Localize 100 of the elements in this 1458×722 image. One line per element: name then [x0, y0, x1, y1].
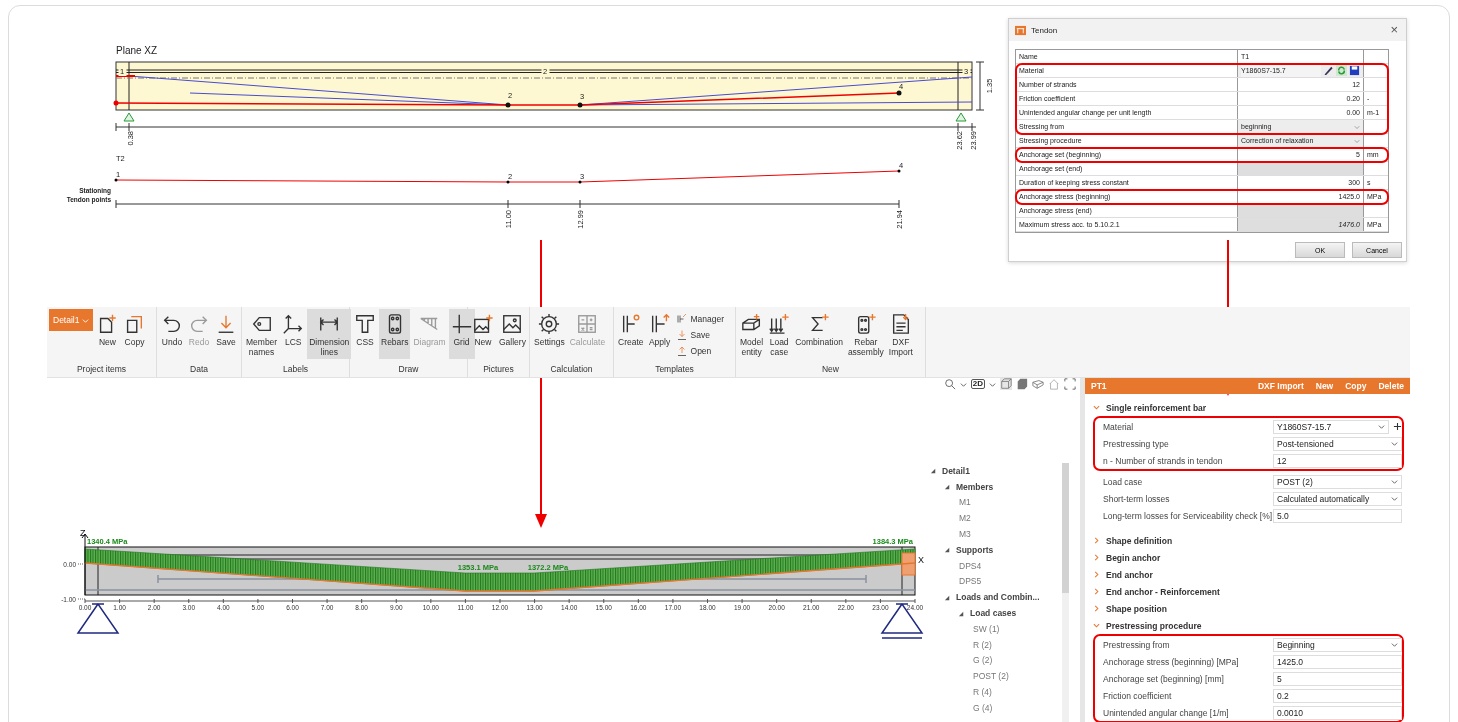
field-label: Long-term losses for Serviceability check [%]: [1102, 510, 1273, 521]
group-label: Labels: [281, 363, 310, 376]
field-label: Anchorage stress (beginning) [MPa]: [1102, 656, 1240, 667]
toolbar-button[interactable]: Apply: [646, 309, 673, 359]
tendon-icon: [1015, 24, 1026, 36]
group-label: Project items: [75, 363, 128, 376]
chevron-icon[interactable]: [1093, 622, 1100, 629]
toolbar-button[interactable]: LCS: [280, 309, 307, 359]
input-field[interactable]: 0.2: [1273, 688, 1402, 703]
section-title[interactable]: Shape definition: [1106, 535, 1173, 546]
axis-label: X: [918, 555, 924, 565]
solid-cube-icon[interactable]: [1016, 378, 1028, 390]
toolbar-button[interactable]: Combination: [793, 309, 845, 359]
toolbar-button[interactable]: Open: [673, 343, 727, 358]
load-add-icon: [768, 313, 791, 335]
dialog-title: Tendon: [1031, 25, 1058, 35]
dropdown[interactable]: POST (2): [1273, 474, 1402, 489]
view-mode-button[interactable]: 2D: [970, 379, 985, 389]
wireframe-cube-icon[interactable]: [1000, 378, 1012, 390]
tree-item[interactable]: M1: [959, 497, 971, 508]
toolbar-button[interactable]: New: [94, 309, 121, 359]
group-label: Draw: [397, 363, 420, 376]
section-title[interactable]: Shape position: [1106, 603, 1167, 614]
tree-item[interactable]: SW (1): [973, 623, 1000, 634]
tree-item[interactable]: Loads and Combin...: [956, 592, 1040, 603]
toolbar-button[interactable]: DXF Import: [886, 309, 915, 359]
group-label: New: [821, 363, 840, 376]
toolbar-button[interactable]: Settings: [532, 309, 567, 359]
close-button[interactable]: ×: [1388, 23, 1400, 37]
toolbar-button[interactable]: Create: [616, 309, 646, 359]
input-field[interactable]: 1425.0: [1273, 654, 1402, 669]
add-icon[interactable]: [1393, 422, 1402, 431]
dropdown[interactable]: Post-tensioned: [1273, 436, 1402, 451]
tree-item[interactable]: G (4): [973, 702, 993, 713]
dropdown[interactable]: Y1860S7-15.7: [1273, 419, 1389, 434]
dropdown[interactable]: Beginning: [1273, 637, 1402, 652]
tendon-point: [577, 102, 583, 108]
tree-item[interactable]: R (4): [973, 687, 992, 698]
tree-item[interactable]: POST (2): [973, 671, 1009, 682]
tree-item[interactable]: Load cases: [970, 608, 1017, 619]
expand-icon[interactable]: [930, 467, 937, 475]
section-title[interactable]: Single reinforcement bar: [1106, 402, 1207, 413]
toolbar-button[interactable]: Save: [673, 327, 727, 342]
caret-icon[interactable]: [989, 380, 996, 388]
caret-icon: [1391, 478, 1398, 485]
section-title[interactable]: End anchor: [1106, 569, 1153, 580]
caret-icon[interactable]: [959, 380, 967, 388]
tree-item[interactable]: R (2): [973, 639, 992, 650]
fullscreen-icon[interactable]: [1064, 378, 1076, 390]
tree-item[interactable]: DPS5: [959, 576, 982, 587]
toolbar-button[interactable]: Rebar assembly: [845, 309, 886, 359]
open-icon: [675, 344, 688, 357]
field-label: Prestressing type: [1102, 438, 1170, 449]
toolbar-button[interactable]: Dimension lines: [307, 309, 352, 359]
toolbar-button[interactable]: Member names: [244, 309, 280, 359]
tree-item[interactable]: M3: [959, 529, 971, 540]
chevron-icon[interactable]: [1093, 554, 1100, 561]
section-title[interactable]: Prestressing procedure: [1106, 620, 1202, 631]
field-label: Prestressing from: [1102, 639, 1171, 650]
toolbar-button[interactable]: Rebars: [379, 309, 411, 359]
toolbar-button[interactable]: Undo: [159, 309, 185, 359]
caret-icon: [82, 316, 90, 324]
chevron-icon[interactable]: [1093, 537, 1100, 544]
tree-item[interactable]: M2: [959, 513, 971, 524]
t-section-icon: [354, 313, 376, 335]
section-title[interactable]: Begin anchor: [1106, 552, 1161, 563]
tree-item[interactable]: Detail1: [942, 465, 970, 476]
toolbar-button[interactable]: Copy: [121, 309, 148, 359]
scrollbar[interactable]: [1062, 463, 1069, 722]
search-icon[interactable]: [943, 378, 956, 390]
input-field[interactable]: 5.0: [1273, 508, 1402, 523]
chevron-icon[interactable]: [1093, 571, 1100, 578]
expand-icon[interactable]: [944, 483, 951, 491]
perspective-icon[interactable]: [1032, 378, 1044, 390]
toolbar-button[interactable]: Model entity: [738, 309, 766, 359]
caret-icon: [1378, 423, 1385, 430]
chevron-icon[interactable]: [1093, 588, 1100, 595]
tree-item[interactable]: DPS4: [959, 560, 982, 571]
section-title[interactable]: End anchor - Reinforcement: [1106, 586, 1220, 597]
gallery-icon: [501, 313, 524, 335]
tree-item[interactable]: Members: [956, 481, 994, 492]
field-label: Material: [1102, 421, 1135, 432]
input-field[interactable]: 5: [1273, 671, 1402, 686]
toolbar-button[interactable]: CSS: [352, 309, 378, 359]
home-icon[interactable]: [1048, 378, 1060, 390]
chevron-icon[interactable]: [1093, 605, 1100, 612]
toolbar-button[interactable]: Save: [213, 309, 239, 359]
caret-icon: [1391, 641, 1398, 648]
toolbar-button[interactable]: Grid: [448, 309, 475, 359]
toolbar-button[interactable]: Manager: [673, 311, 727, 326]
expand-icon[interactable]: [944, 546, 951, 554]
pencil-icon[interactable]: [1323, 65, 1334, 76]
input-field[interactable]: 12: [1273, 453, 1402, 468]
toolbar-button[interactable]: Gallery: [497, 309, 528, 359]
toolbar-button[interactable]: Load case: [766, 309, 793, 359]
tree-item[interactable]: G (2): [973, 655, 993, 666]
chevron-icon[interactable]: [1093, 404, 1100, 411]
dropdown[interactable]: Calculated automatically: [1273, 491, 1402, 506]
tree-item[interactable]: Supports: [956, 544, 994, 555]
input-field[interactable]: 0.0010: [1273, 705, 1402, 720]
